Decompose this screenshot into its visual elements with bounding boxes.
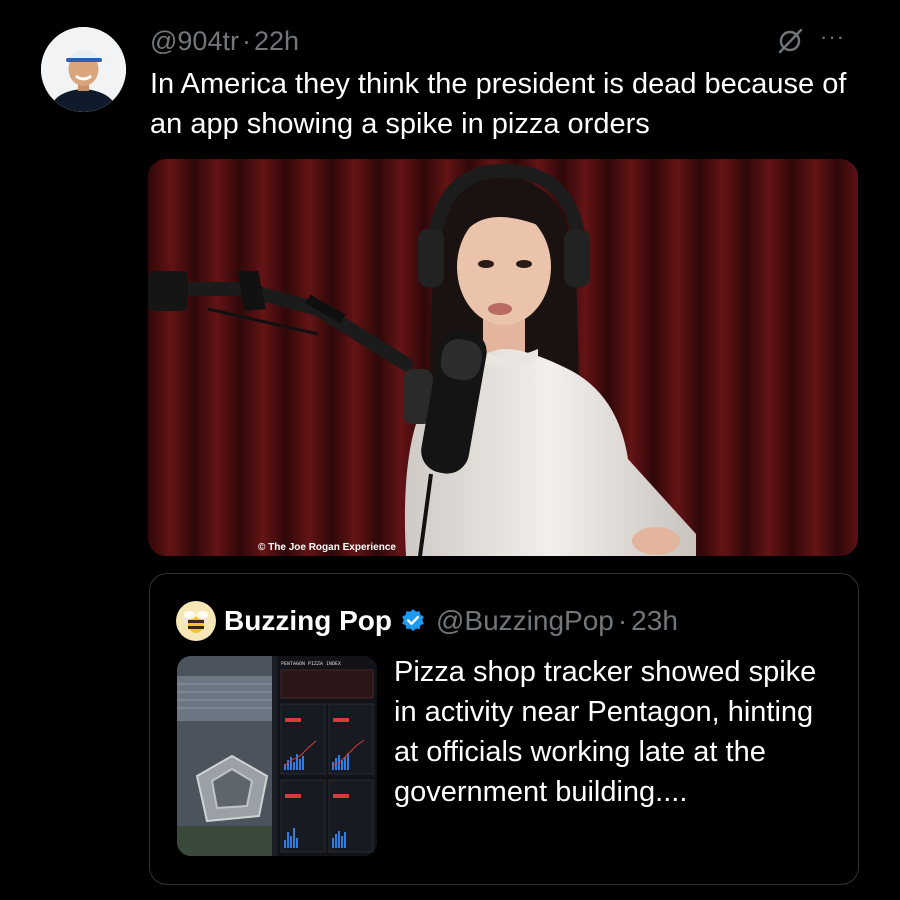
grok-slash-icon[interactable] xyxy=(776,27,804,55)
bee-icon xyxy=(184,611,208,633)
pentagon-dashboard-image: PENTAGON PIZZA INDEX xyxy=(177,656,377,856)
quoted-tweet-card[interactable]: Buzzing Pop @BuzzingPop · 23h PENTAGON PIZ… xyxy=(149,573,859,885)
dashboard-title: PENTAGON PIZZA INDEX xyxy=(281,661,341,667)
quoted-author-handle[interactable]: @BuzzingPop · 23h xyxy=(436,605,678,637)
quoted-media-thumbnail[interactable]: PENTAGON PIZZA INDEX xyxy=(177,656,377,856)
author-handle[interactable]: @904tr xyxy=(150,26,239,57)
tweet-media[interactable]: © The Joe Rogan Experience xyxy=(148,159,858,556)
tweet-header: @904tr · 22h xyxy=(150,22,299,60)
media-watermark: © The Joe Rogan Experience xyxy=(258,542,396,553)
time-separator: · xyxy=(241,25,251,56)
quoted-tweet-text: Pizza shop tracker showed spike in activ… xyxy=(394,656,817,808)
quoted-tweet-header: Buzzing Pop @BuzzingPop · 23h xyxy=(176,598,678,644)
tweet-text: In America they think the president is d… xyxy=(150,68,847,140)
podcast-still-image xyxy=(148,159,858,556)
verified-badge-icon xyxy=(402,609,424,632)
author-photo xyxy=(41,27,126,112)
quoted-author-name[interactable]: Buzzing Pop xyxy=(224,605,392,637)
more-options-icon[interactable]: ··· xyxy=(820,24,845,50)
quoted-avatar[interactable] xyxy=(176,601,216,641)
author-avatar[interactable] xyxy=(41,27,126,112)
tweet-timestamp[interactable]: 22h xyxy=(254,26,299,57)
